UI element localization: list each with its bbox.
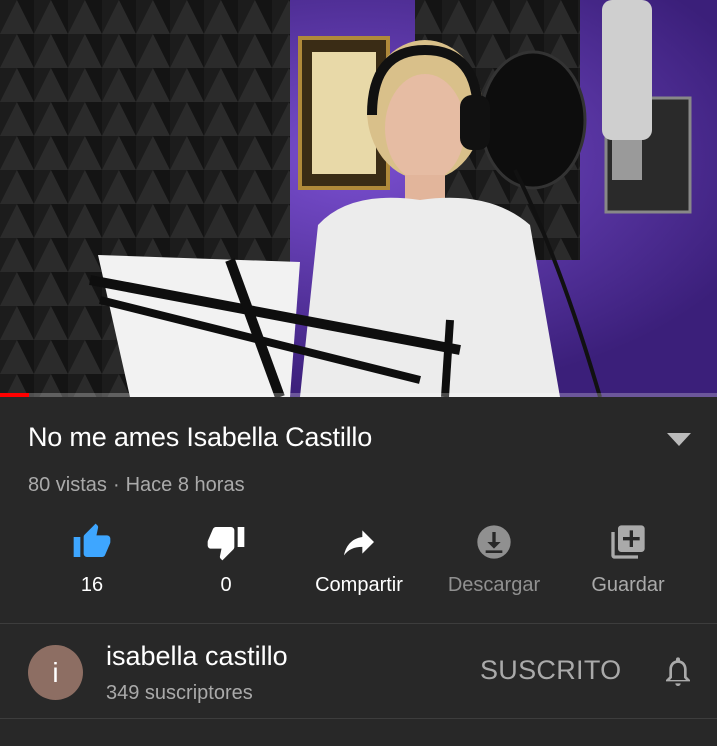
playlist-add-icon [611, 525, 645, 559]
download-label: Descargar [447, 574, 541, 596]
video-frame [0, 0, 717, 397]
save-label: Guardar [591, 574, 665, 596]
upload-time: Hace 8 horas [125, 474, 245, 496]
share-icon [344, 530, 374, 556]
channel-name[interactable]: isabella castillo [106, 641, 288, 672]
video-player[interactable] [0, 0, 717, 397]
meta-separator: · [112, 474, 120, 496]
divider-bottom [0, 718, 717, 719]
subscriber-count: 349 suscriptores [106, 682, 253, 704]
expand-description-icon[interactable] [667, 433, 691, 447]
notification-bell-icon[interactable] [662, 654, 694, 690]
like-button[interactable]: 16 [22, 522, 162, 602]
divider-top [0, 623, 717, 624]
video-title-row[interactable]: No me ames Isabella Castillo [28, 422, 688, 462]
thumbs-down-icon [207, 527, 245, 561]
view-count: 80 vistas [28, 474, 107, 496]
dislike-count: 0 [220, 574, 232, 596]
progress-bar[interactable] [0, 393, 717, 397]
video-title: No me ames Isabella Castillo [28, 422, 373, 452]
download-icon [477, 525, 511, 559]
dislike-button[interactable]: 0 [156, 522, 296, 602]
save-button[interactable]: Guardar [558, 522, 698, 602]
progress-bar-fill [0, 393, 29, 397]
video-meta: 80 vistas · Hace 8 horas [28, 474, 245, 497]
share-button[interactable]: Compartir [289, 522, 429, 602]
subscribed-button[interactable]: SUSCRITO [480, 655, 621, 686]
thumbs-up-icon [73, 523, 111, 557]
channel-avatar[interactable]: i [28, 645, 83, 700]
download-button[interactable]: Descargar [424, 522, 564, 602]
like-count: 16 [80, 574, 104, 596]
share-label: Compartir [315, 574, 403, 596]
